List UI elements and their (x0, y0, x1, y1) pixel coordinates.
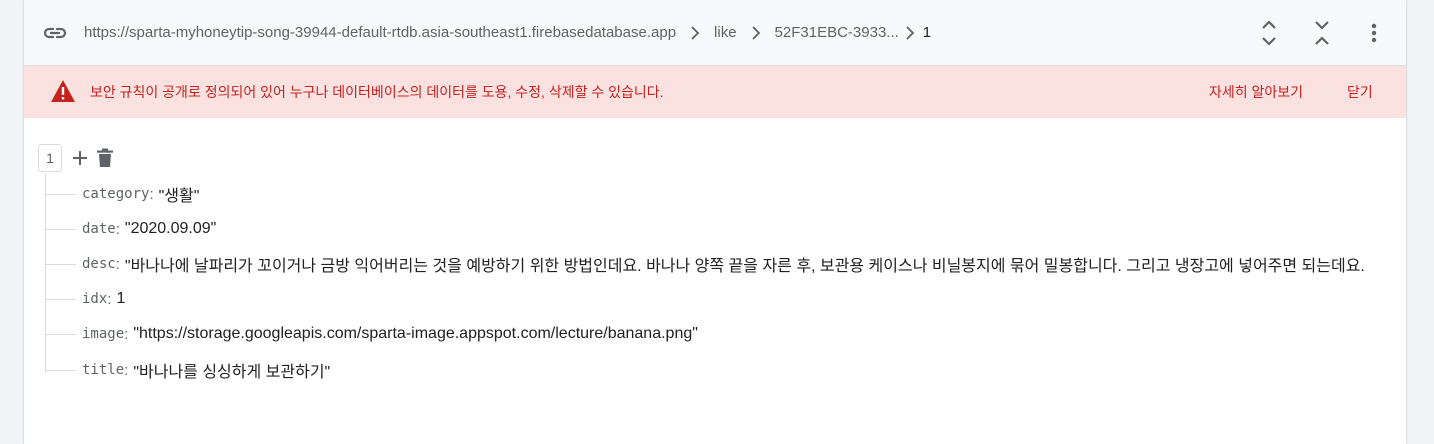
breadcrumb-device-id[interactable]: 52F31EBC-3933... (775, 24, 899, 41)
more-vert-icon (1371, 23, 1377, 43)
more-options-button[interactable] (1360, 19, 1388, 47)
child-value[interactable]: "생활" (159, 182, 200, 206)
expand-all-button[interactable] (1255, 19, 1283, 47)
tree-child-row[interactable]: idx: 1 (46, 289, 125, 309)
warning-icon (51, 80, 75, 102)
warning-message: 보안 규칙이 공개로 정의되어 있어 누구나 데이터베이스의 데이터를 도용, … (90, 84, 664, 100)
breadcrumb-like[interactable]: like (714, 24, 737, 41)
child-key: idx (82, 291, 108, 307)
add-icon[interactable] (70, 148, 90, 168)
breadcrumb-root-url[interactable]: https://sparta-myhoneytip-song-39944-def… (84, 24, 676, 41)
collapse-all-button[interactable] (1308, 19, 1336, 47)
chevron-right-icon (691, 25, 700, 40)
tree-child-row[interactable]: date: "2020.09.09" (46, 219, 216, 239)
child-value[interactable]: "https://storage.googleapis.com/sparta-i… (133, 325, 698, 343)
expand-all-icon (1262, 20, 1276, 46)
child-key: title (82, 362, 125, 378)
child-key: category (82, 186, 150, 202)
link-icon[interactable] (42, 22, 68, 44)
node-key[interactable]: 1 (38, 144, 62, 172)
child-key: image (82, 326, 125, 342)
breadcrumb: https://sparta-myhoneytip-song-39944-def… (84, 0, 931, 65)
tree-child-row[interactable]: image: "https://storage.googleapis.com/s… (46, 324, 698, 344)
database-panel: https://sparta-myhoneytip-song-39944-def… (24, 0, 1406, 444)
child-key: desc (82, 256, 116, 272)
breadcrumb-current: 1 (922, 24, 932, 41)
trash-icon[interactable] (96, 148, 114, 168)
child-value[interactable]: "바나나를 싱싱하게 보관하기" (133, 358, 330, 382)
collapse-all-icon (1315, 21, 1329, 45)
chevron-right-icon (751, 25, 760, 40)
security-warning-banner: 보안 규칙이 공개로 정의되어 있어 누구나 데이터베이스의 데이터를 도용, … (24, 66, 1406, 118)
child-value[interactable]: "2020.09.09" (125, 220, 216, 238)
child-value[interactable]: "바나나에 날파리가 꼬이거나 금방 익어버리는 것을 예방하기 위한 방법인데… (125, 252, 1365, 276)
child-key: date (82, 221, 116, 237)
tree-child-row[interactable]: desc: "바나나에 날파리가 꼬이거나 금방 익어버리는 것을 예방하기 위… (46, 252, 1365, 276)
reference-url-bar: https://sparta-myhoneytip-song-39944-def… (24, 0, 1406, 66)
chevron-right-icon (906, 25, 915, 40)
close-banner-button[interactable]: 닫기 (1347, 82, 1373, 102)
learn-more-button[interactable]: 자세히 알아보기 (1209, 82, 1303, 102)
tree-child-row[interactable]: category: "생활" (46, 182, 200, 206)
tree-child-row[interactable]: title: "바나나를 싱싱하게 보관하기" (46, 358, 330, 382)
child-value[interactable]: 1 (116, 290, 125, 308)
